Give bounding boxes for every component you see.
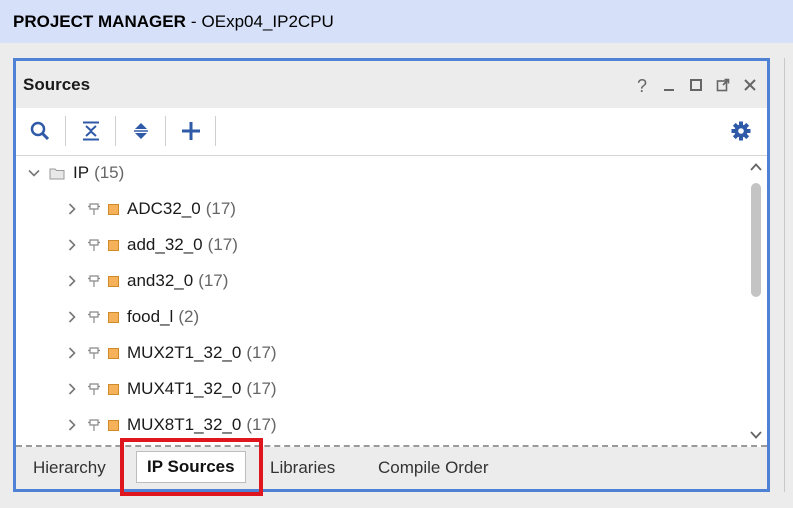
- highlight-box: [120, 438, 263, 496]
- ip-status-icon: [108, 311, 119, 323]
- tree-scrollbar[interactable]: [745, 157, 767, 443]
- list-item[interactable]: MUX4T1_32_0 (17): [16, 374, 745, 404]
- ip-item-label: ADC32_0: [127, 199, 201, 218]
- gear-icon[interactable]: [730, 120, 752, 142]
- panel-header: Sources ?: [16, 61, 767, 108]
- list-item[interactable]: add_32_0 (17): [16, 230, 745, 260]
- ip-item-count: (17): [246, 415, 277, 434]
- tab-hierarchy[interactable]: Hierarchy: [33, 447, 106, 489]
- ip-item-label: food_l: [127, 307, 174, 326]
- left-margin: [0, 58, 13, 508]
- list-item[interactable]: ADC32_0 (17): [16, 194, 745, 224]
- ip-core-icon: [86, 345, 102, 361]
- sources-toolbar: [16, 108, 767, 156]
- ip-status-icon: [108, 203, 119, 215]
- add-icon[interactable]: [180, 120, 202, 142]
- tree-root-ip[interactable]: IP (15): [16, 158, 745, 188]
- ip-item-label: MUX2T1_32_0: [127, 343, 242, 362]
- ip-core-icon: [86, 309, 102, 325]
- window-controls: ?: [633, 77, 759, 95]
- ip-status-icon: [108, 347, 119, 359]
- ip-item-count: (17): [207, 235, 238, 254]
- panel-title: Sources: [23, 74, 91, 94]
- tree-root-count: (15): [94, 163, 125, 182]
- tree-root-label: IP: [73, 163, 90, 182]
- ip-core-icon: [86, 201, 102, 217]
- ip-status-icon: [108, 239, 119, 251]
- ip-item-count: (17): [246, 379, 277, 398]
- ip-item-label: add_32_0: [127, 235, 203, 254]
- project-manager-title: PROJECT MANAGER: [13, 11, 186, 31]
- help-icon[interactable]: ?: [633, 77, 651, 95]
- minimize-icon[interactable]: [660, 77, 678, 95]
- folder-icon: [49, 167, 65, 180]
- sources-panel: Sources ? IP (15) ADC32_0 (17) add_32_0 …: [13, 58, 770, 492]
- tab-compile-order[interactable]: Compile Order: [378, 447, 489, 489]
- ip-core-icon: [86, 273, 102, 289]
- ip-item-label: and32_0: [127, 271, 194, 290]
- search-icon[interactable]: [29, 120, 51, 142]
- tab-libraries[interactable]: Libraries: [270, 447, 335, 489]
- ip-item-count: (17): [198, 271, 229, 290]
- project-name: OExp04_IP2CPU: [201, 11, 334, 31]
- ip-core-icon: [86, 381, 102, 397]
- ip-status-icon: [108, 419, 119, 431]
- list-item[interactable]: MUX2T1_32_0 (17): [16, 338, 745, 368]
- bottom-margin: [0, 492, 793, 508]
- scroll-down-icon[interactable]: [749, 429, 763, 441]
- title-separator: -: [190, 11, 197, 31]
- ip-item-count: (17): [246, 343, 277, 362]
- header-gap: [0, 43, 793, 58]
- chevron-down-icon[interactable]: [28, 167, 40, 179]
- ip-core-icon: [86, 417, 102, 433]
- ip-item-count: (2): [178, 307, 200, 326]
- restore-icon[interactable]: [687, 77, 705, 95]
- sources-tree: IP (15) ADC32_0 (17) add_32_0 (17) and32…: [16, 157, 745, 441]
- scrollbar-thumb[interactable]: [751, 183, 761, 297]
- expand-all-icon[interactable]: [130, 120, 152, 142]
- scroll-up-icon[interactable]: [749, 161, 763, 173]
- chevron-right-icon[interactable]: [66, 239, 78, 251]
- chevron-right-icon[interactable]: [66, 203, 78, 215]
- ip-item-label: MUX8T1_32_0: [127, 415, 242, 434]
- ip-status-icon: [108, 383, 119, 395]
- chevron-right-icon[interactable]: [66, 275, 78, 287]
- list-item[interactable]: food_l (2): [16, 302, 745, 332]
- chevron-right-icon[interactable]: [66, 419, 78, 431]
- project-manager-bar: PROJECT MANAGER - OExp04_IP2CPU: [0, 0, 793, 43]
- chevron-right-icon[interactable]: [66, 311, 78, 323]
- chevron-right-icon[interactable]: [66, 347, 78, 359]
- close-icon[interactable]: [741, 77, 759, 95]
- list-item[interactable]: MUX8T1_32_0 (17): [16, 410, 745, 440]
- chevron-right-icon[interactable]: [66, 383, 78, 395]
- list-item[interactable]: and32_0 (17): [16, 266, 745, 296]
- right-margin: [770, 58, 793, 508]
- collapse-all-icon[interactable]: [80, 120, 102, 142]
- float-icon[interactable]: [714, 77, 732, 95]
- ip-item-count: (17): [205, 199, 236, 218]
- ip-item-label: MUX4T1_32_0: [127, 379, 242, 398]
- ip-core-icon: [86, 237, 102, 253]
- ip-status-icon: [108, 275, 119, 287]
